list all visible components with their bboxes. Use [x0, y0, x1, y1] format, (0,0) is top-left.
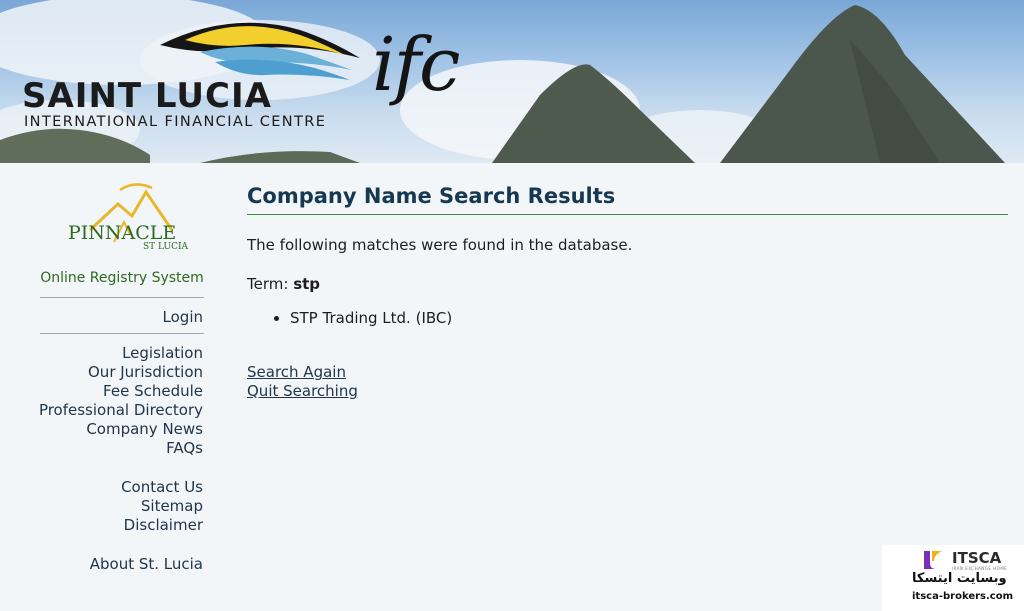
- sidebar-item-legislation[interactable]: Legislation: [122, 344, 203, 362]
- itsca-logo-icon: [924, 551, 942, 569]
- logo-ifc-mark: ifc: [372, 22, 460, 108]
- watermark-persian: وبسایت ایتسکا: [912, 571, 1007, 586]
- sidebar-item-sitemap[interactable]: Sitemap: [141, 497, 203, 515]
- search-term-value: stp: [293, 275, 321, 293]
- watermark-badge: ITSCA IRAN EXCHANGE HOME وبسایت ایتسکا i…: [882, 545, 1024, 611]
- sidebar-divider: [40, 333, 204, 334]
- sidebar-item-about-st-lucia[interactable]: About St. Lucia: [90, 555, 203, 573]
- sidebar-item-fee-schedule[interactable]: Fee Schedule: [103, 382, 203, 400]
- results-list: STP Trading Ltd. (IBC): [247, 309, 452, 327]
- list-item: STP Trading Ltd. (IBC): [290, 309, 452, 327]
- watermark-brand: ITSCA: [952, 549, 1002, 567]
- sidebar-item-contact-us[interactable]: Contact Us: [121, 478, 203, 496]
- search-term: Term: stp: [247, 275, 320, 293]
- sidebar-divider: [40, 297, 204, 298]
- search-again-link[interactable]: Search Again: [247, 363, 346, 381]
- logo-subtitle: INTERNATIONAL FINANCIAL CENTRE: [24, 114, 327, 130]
- registry-label: Online Registry System: [40, 270, 204, 286]
- pinnacle-sub: ST LUCIA: [143, 242, 189, 252]
- sidebar-item-professional-directory[interactable]: Professional Directory: [39, 401, 203, 419]
- logo-title: SAINT LUCIA: [22, 76, 272, 116]
- pinnacle-brand: PINNACLE: [68, 222, 177, 244]
- sidebar-item-company-news[interactable]: Company News: [86, 420, 203, 438]
- sidebar-item-faqs[interactable]: FAQs: [166, 439, 203, 457]
- title-rule: [247, 214, 1008, 215]
- results-intro: The following matches were found in the …: [247, 236, 633, 254]
- search-term-label: Term:: [247, 275, 289, 293]
- quit-searching-link[interactable]: Quit Searching: [247, 382, 358, 400]
- watermark-url: itsca-brokers.com: [912, 591, 1014, 602]
- page-title: Company Name Search Results: [247, 184, 616, 208]
- sidebar-item-disclaimer[interactable]: Disclaimer: [124, 516, 203, 534]
- header-banner: SAINT LUCIA INTERNATIONAL FINANCIAL CENT…: [0, 0, 1024, 163]
- sidebar-item-login[interactable]: Login: [163, 308, 203, 326]
- sidebar-item-our-jurisdiction[interactable]: Our Jurisdiction: [88, 363, 203, 381]
